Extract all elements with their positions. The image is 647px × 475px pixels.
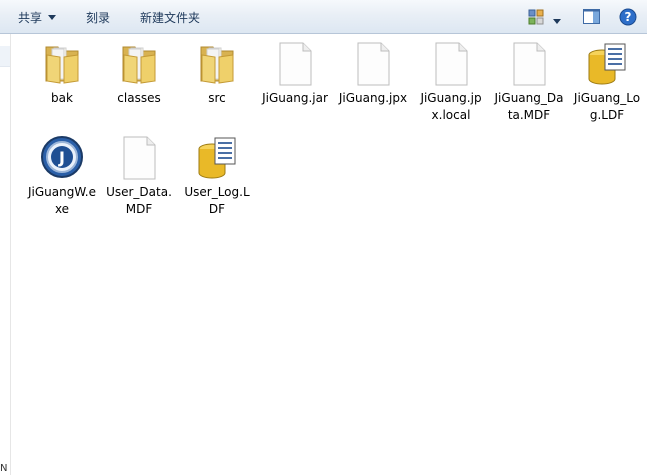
file-name: JiGuang.jar [262, 91, 328, 105]
navigation-pane-text: N [0, 463, 8, 474]
blank-file-icon [123, 136, 156, 180]
chevron-down-icon [48, 15, 57, 20]
folder-icon [45, 46, 79, 84]
view-options-button[interactable] [528, 9, 544, 28]
new-folder-button[interactable]: 新建文件夹 [140, 9, 200, 27]
command-bar: 共享 刻录 新建文件夹 ? [0, 0, 647, 34]
file-item-user-log-ldf[interactable]: User_Log.LDF [181, 133, 253, 218]
file-name: bak [51, 91, 73, 105]
share-label: 共享 [18, 11, 43, 25]
blank-file-icon [357, 42, 390, 86]
view-icon [528, 9, 544, 25]
file-item-jiguang-data-mdf[interactable]: JiGuang_Data.MDF [493, 39, 565, 124]
file-item-user-data-mdf[interactable]: User_Data.MDF [103, 133, 175, 218]
database-log-icon [198, 137, 236, 179]
file-list-view[interactable]: bak classes src JiGuang.jar JiGuang.jpx … [11, 34, 647, 475]
preview-pane-icon [583, 9, 600, 24]
database-log-icon [588, 43, 626, 85]
burn-label: 刻录 [86, 11, 111, 25]
file-name: JiGuang.jpx [338, 91, 408, 105]
view-dropdown-button[interactable] [553, 15, 561, 29]
navigation-pane[interactable]: N [0, 34, 11, 475]
help-button[interactable]: ? [619, 8, 637, 29]
file-name: JiGuangW.exe [27, 185, 97, 216]
file-item-jiguang-jpx[interactable]: JiGuang.jpx [337, 39, 409, 107]
file-item-jiguang-jpx-local[interactable]: JiGuang.jpx.local [415, 39, 487, 124]
blank-file-icon [513, 42, 546, 86]
burn-button[interactable]: 刻录 [86, 9, 110, 27]
file-name: JiGuang_Log.LDF [573, 91, 641, 122]
file-item-jiguangw-exe[interactable]: J JiGuangW.exe [26, 133, 98, 218]
file-item-bak[interactable]: bak [26, 39, 98, 107]
preview-pane-button[interactable] [583, 9, 600, 28]
file-name: src [208, 91, 226, 105]
help-icon: ? [619, 8, 637, 26]
folder-icon [200, 46, 234, 84]
new-folder-label: 新建文件夹 [140, 11, 201, 25]
file-name: JiGuang_Data.MDF [494, 91, 564, 122]
file-name: classes [117, 91, 161, 105]
svg-text:?: ? [625, 10, 632, 24]
file-name: User_Data.MDF [106, 185, 172, 216]
navigation-pane-selected-item[interactable] [0, 46, 10, 67]
file-item-src[interactable]: src [181, 39, 253, 107]
blank-file-icon [435, 42, 468, 86]
blank-file-icon [279, 42, 312, 86]
jbuilder-app-icon: J [41, 136, 83, 178]
share-button[interactable]: 共享 [18, 9, 57, 27]
folder-icon [122, 46, 156, 84]
file-name: User_Log.LDF [184, 185, 250, 216]
file-item-jiguang-jar[interactable]: JiGuang.jar [259, 39, 331, 107]
file-item-jiguang-log-ldf[interactable]: JiGuang_Log.LDF [571, 39, 643, 124]
chevron-down-icon [553, 19, 561, 24]
file-item-classes[interactable]: classes [103, 39, 175, 107]
svg-text:J: J [58, 148, 65, 167]
file-name: JiGuang.jpx.local [420, 91, 482, 122]
